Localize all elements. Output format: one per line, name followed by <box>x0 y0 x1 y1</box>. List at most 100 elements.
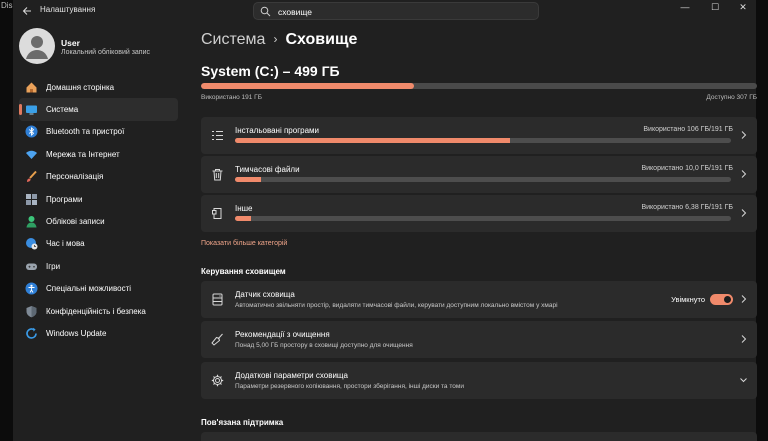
sidebar-item-windows-update[interactable]: Windows Update <box>19 322 178 344</box>
category-usage-fill <box>235 138 511 143</box>
gear-icon <box>211 374 224 387</box>
row-title: Датчик сховища <box>235 290 295 299</box>
sidebar-item-privacy[interactable]: Конфіденційність і безпека <box>19 300 178 322</box>
toggle-knob <box>724 296 731 303</box>
cleanup-brush-icon <box>211 333 223 346</box>
category-usage-fill <box>235 216 252 221</box>
sidebar-item-network[interactable]: Мережа та Інтернет <box>19 143 178 165</box>
sidebar-item-label: Програми <box>46 194 83 204</box>
account-type: Локальний обліковий запис <box>61 49 151 56</box>
user-name: User <box>61 38 80 48</box>
gamepad-icon <box>24 259 38 273</box>
sidebar-item-system[interactable]: Система <box>19 98 178 121</box>
main-content: Система › Сховище System (C:) – 499 ГБ Вик… <box>201 22 757 441</box>
sidebar-item-time-language[interactable]: Час і мова <box>19 233 178 255</box>
installed-apps-icon <box>212 131 223 140</box>
category-title: Інше <box>235 204 253 213</box>
app-title: Налаштування <box>40 5 96 14</box>
toggle-state-label: Увімкнуто <box>671 295 705 304</box>
drive-title: System (C:) – 499 ГБ <box>201 63 340 79</box>
sidebar-item-label: Спеціальні можливості <box>46 284 132 294</box>
close-button[interactable]: ✕ <box>729 0 757 16</box>
user-avatar-icon <box>26 36 48 59</box>
windows-update-icon <box>24 326 38 340</box>
category-usage: Використано 106 ГБ/191 ГБ <box>643 126 733 133</box>
breadcrumb-separator: › <box>273 32 278 46</box>
sidebar-item-label: Персоналізація <box>46 172 104 182</box>
shield-icon <box>24 304 38 318</box>
row-subtitle: Параметри резервного копіювання, простор… <box>235 383 464 390</box>
background-window-edge-right <box>756 0 768 441</box>
sidebar-item-label: Мережа та Інтернет <box>46 149 120 159</box>
sidebar-item-accessibility[interactable]: Спеціальні можливості <box>19 278 178 300</box>
storage-management-heading: Керування сховищем <box>201 267 286 276</box>
bluetooth-icon <box>24 125 38 139</box>
category-usage-bar <box>235 138 731 143</box>
chevron-down-icon <box>740 378 747 383</box>
sidebar-nav: Домашня сторінка Система Bluetooth та пр… <box>19 76 178 345</box>
row-title: Рекомендації з очищення <box>235 330 330 339</box>
storage-sense-row[interactable]: Датчик сховища Автоматично звільняти про… <box>201 281 757 318</box>
sidebar-item-bluetooth[interactable]: Bluetooth та пристрої <box>19 121 178 143</box>
accessibility-icon <box>24 282 38 296</box>
other-files-icon <box>212 208 222 219</box>
related-support-heading: Пов'язана підтримка <box>201 418 284 427</box>
category-title: Тимчасові файли <box>235 165 300 174</box>
background-window-edge: Dis <box>0 0 13 441</box>
settings-window: Налаштування — ☐ ✕ User Локальний обліко… <box>13 0 757 441</box>
arrow-left-icon <box>22 7 31 15</box>
category-installed-apps[interactable]: Інстальовані програми Використано 106 ГБ… <box>201 117 757 154</box>
drive-usage-bar <box>201 83 757 89</box>
row-title: Додаткові параметри сховища <box>235 371 348 380</box>
sidebar-item-label: Конфіденційність і безпека <box>46 306 146 316</box>
sidebar-item-accounts[interactable]: Облікові записи <box>19 210 178 232</box>
category-title: Інстальовані програми <box>235 126 319 135</box>
page-title: Сховище <box>285 31 358 48</box>
cleanup-recommendations-row[interactable]: Рекомендації з очищення Понад 5,00 ГБ пр… <box>201 321 757 358</box>
drive-usage-fill <box>201 83 414 89</box>
avatar <box>19 28 55 64</box>
search-box[interactable] <box>253 2 539 20</box>
title-bar: Налаштування — ☐ ✕ <box>13 0 756 22</box>
sidebar-item-gaming[interactable]: Ігри <box>19 255 178 277</box>
system-monitor-icon <box>24 103 38 117</box>
category-usage-bar <box>235 177 731 182</box>
home-icon <box>24 80 38 94</box>
drive-free-label: Доступно 307 ГБ <box>706 94 757 101</box>
trash-icon <box>212 169 223 181</box>
show-more-categories-link[interactable]: Показати більше категорій <box>201 240 287 247</box>
storage-sense-icon <box>212 293 223 306</box>
sidebar-item-label: Облікові записи <box>46 217 105 227</box>
minimize-button[interactable]: — <box>671 0 699 16</box>
chevron-right-icon <box>741 170 747 178</box>
apps-icon <box>24 192 38 206</box>
sidebar-item-personalization[interactable]: Персоналізація <box>19 166 178 188</box>
category-usage: Використано 6,38 ГБ/191 ГБ <box>641 204 733 211</box>
sidebar-item-label: Windows Update <box>46 328 107 338</box>
advanced-storage-settings-row[interactable]: Додаткові параметри сховища Параметри ре… <box>201 362 757 399</box>
sidebar-item-label: Час і мова <box>46 239 85 249</box>
chevron-right-icon <box>741 335 747 343</box>
accounts-icon <box>24 215 38 229</box>
brush-icon <box>24 170 38 184</box>
related-support-card[interactable] <box>201 432 757 441</box>
sidebar-item-label: Ігри <box>46 261 61 271</box>
wifi-icon <box>24 147 38 161</box>
category-other[interactable]: Інше Використано 6,38 ГБ/191 ГБ <box>201 195 757 232</box>
category-usage-fill <box>235 177 261 182</box>
breadcrumb-parent[interactable]: Система <box>201 31 265 48</box>
back-button[interactable] <box>18 2 36 20</box>
breadcrumb: Система › Сховище <box>201 31 357 49</box>
sidebar-item-apps[interactable]: Програми <box>19 188 178 210</box>
storage-sense-toggle[interactable] <box>710 294 733 305</box>
maximize-button[interactable]: ☐ <box>701 0 729 16</box>
sidebar-item-label: Система <box>46 105 79 115</box>
background-window-label: Dis <box>1 1 13 10</box>
category-temp-files[interactable]: Тимчасові файли Використано 10,0 ГБ/191 … <box>201 156 757 193</box>
sidebar-item-home[interactable]: Домашня сторінка <box>19 76 178 98</box>
search-input[interactable] <box>278 5 528 18</box>
globe-clock-icon <box>24 237 38 251</box>
row-subtitle: Автоматично звільняти простір, видаляти … <box>235 302 558 309</box>
chevron-right-icon <box>741 295 747 303</box>
row-subtitle: Понад 5,00 ГБ простору в сховищі доступн… <box>235 342 413 349</box>
